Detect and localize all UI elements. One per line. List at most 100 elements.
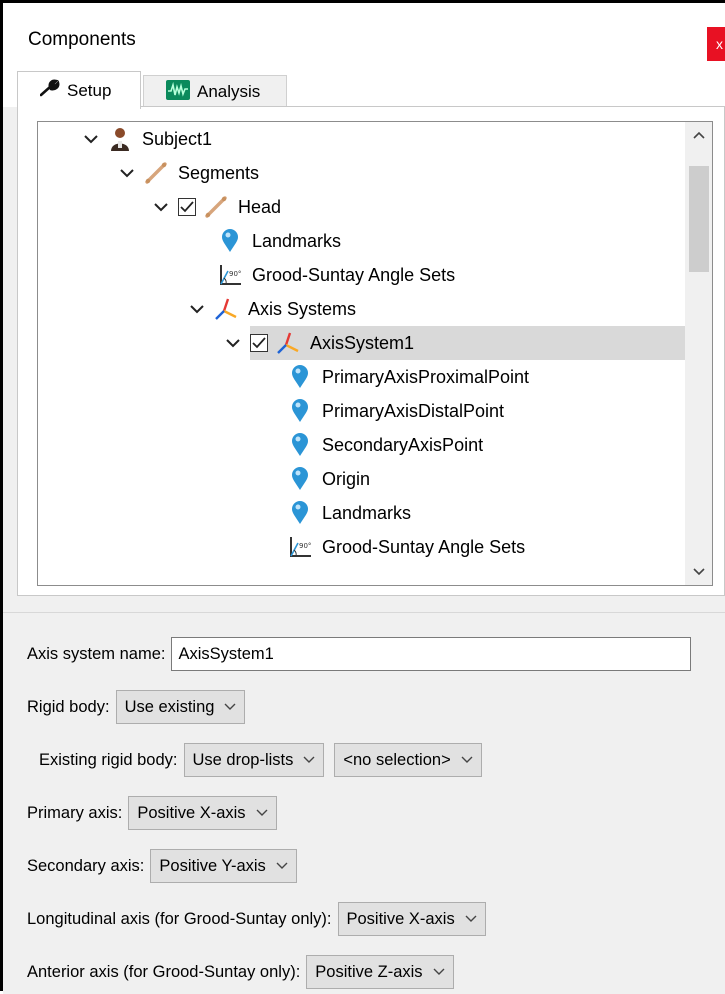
secondary-axis-label: Secondary axis: (27, 856, 145, 875)
anterior-axis-dropdown[interactable]: Positive Z-axis (306, 955, 454, 989)
tab-analysis-label: Analysis (197, 82, 261, 101)
scroll-down-button[interactable] (685, 559, 712, 585)
waveform-icon (166, 79, 190, 105)
primary-axis-value: Positive X-axis (137, 803, 246, 822)
tree-row-landmarks[interactable]: Landmarks (38, 224, 686, 258)
longitudinal-axis-value: Positive X-axis (346, 909, 455, 928)
tree-row-label: Grood-Suntay Angle Sets (322, 536, 526, 557)
rigid-body-label: Rigid body: (27, 697, 110, 716)
tree-row-grood-suntay[interactable]: 90° Grood-Suntay Angle Sets (38, 258, 686, 292)
tree-row-label: PrimaryAxisDistalPoint (322, 400, 505, 421)
primary-axis-dropdown[interactable]: Positive X-axis (128, 796, 277, 830)
tree-row-label: Landmarks (252, 230, 342, 251)
svg-text:90°: 90° (299, 542, 311, 550)
tab-setup-label: Setup (67, 80, 112, 100)
pin-icon (288, 467, 312, 491)
axis-system-name-input[interactable] (171, 637, 692, 671)
tree-row-segments[interactable]: Segments (38, 156, 686, 190)
chevron-down-icon (692, 563, 705, 581)
svg-text:90°: 90° (229, 270, 241, 278)
pin-icon (288, 501, 312, 525)
rigid-body-dropdown[interactable]: Use existing (115, 690, 246, 724)
tree-row-axis-systems[interactable]: Axis Systems (38, 292, 686, 326)
tree-scrollbar[interactable] (685, 122, 712, 585)
tree-row-origin[interactable]: Origin (38, 462, 686, 496)
primary-axis-label: Primary axis: (27, 803, 123, 822)
panel-splitter[interactable] (3, 601, 725, 613)
tree-row-label: Axis Systems (248, 298, 357, 319)
close-button[interactable]: x (707, 27, 725, 61)
tree-row-label: AxisSystem1 (310, 332, 415, 353)
existing-rigid-body-dropdown[interactable]: Use drop-lists (183, 743, 325, 777)
tab-strip: Setup Analysis (3, 65, 725, 109)
chevron-down-icon[interactable] (82, 130, 100, 148)
chevron-down-icon (433, 968, 445, 976)
chevron-down-icon (224, 703, 236, 711)
angle-icon: 90° (288, 535, 312, 559)
rigid-body-selection-value: <no selection> (343, 750, 451, 769)
secondary-axis-dropdown[interactable]: Positive Y-axis (150, 849, 297, 883)
tree-row-head[interactable]: Head (38, 190, 686, 224)
scroll-up-button[interactable] (685, 122, 712, 148)
existing-rigid-body-label: Existing rigid body: (39, 750, 178, 769)
rigid-body-value: Use existing (124, 697, 215, 716)
existing-rigid-body-row: Existing rigid body: Use drop-lists <no … (39, 743, 482, 777)
axis-system-name-label: Axis system name: (27, 644, 166, 663)
anterior-axis-row: Anterior axis (for Grood-Suntay only): P… (27, 955, 454, 989)
tree-row-label: Subject1 (142, 128, 213, 149)
axis-system-name-row: Axis system name: (27, 637, 692, 671)
axes-icon (276, 331, 300, 355)
longitudinal-axis-row: Longitudinal axis (for Grood-Suntay only… (27, 902, 486, 936)
wrench-icon (39, 79, 60, 102)
chevron-down-icon (465, 915, 477, 923)
panel-title: Components (28, 29, 136, 50)
tree-row-grood-suntay-2[interactable]: 90° Grood-Suntay Angle Sets (38, 530, 686, 564)
existing-rigid-body-value: Use drop-lists (192, 750, 294, 769)
chevron-down-icon[interactable] (152, 198, 170, 216)
tree-row-landmarks-2[interactable]: Landmarks (38, 496, 686, 530)
rigid-body-selection-dropdown[interactable]: <no selection> (334, 743, 482, 777)
primary-axis-row: Primary axis: Positive X-axis (27, 796, 277, 830)
chevron-down-icon (461, 756, 473, 764)
tree-row-label: Segments (178, 162, 260, 183)
pin-icon (288, 433, 312, 457)
chevron-up-icon (692, 126, 705, 144)
bone-icon (204, 195, 228, 219)
chevron-down-icon[interactable] (188, 300, 206, 318)
tab-analysis[interactable]: Analysis (143, 75, 287, 108)
chevron-down-icon (303, 756, 315, 764)
axes-icon (214, 297, 238, 321)
axissystem1-checkbox[interactable] (250, 334, 268, 352)
anterior-axis-label: Anterior axis (for Grood-Suntay only): (27, 962, 301, 981)
rigid-body-row: Rigid body: Use existing (27, 690, 246, 724)
tree-row-label: Origin (322, 468, 371, 489)
person-icon (108, 127, 132, 151)
tree-row-label: PrimaryAxisProximalPoint (322, 366, 530, 387)
tree-row-subject1[interactable]: Subject1 (38, 122, 686, 156)
bone-icon (144, 161, 168, 185)
components-panel: Components x Setup Analysis Subject1 Seg… (0, 0, 725, 994)
chevron-down-icon (256, 809, 268, 817)
anterior-axis-value: Positive Z-axis (315, 962, 423, 981)
tree-row-primary-proximal[interactable]: PrimaryAxisProximalPoint (38, 360, 686, 394)
chevron-down-icon (276, 862, 288, 870)
scroll-thumb[interactable] (689, 166, 709, 272)
pin-icon (218, 229, 242, 253)
chevron-down-icon[interactable] (118, 164, 136, 182)
tree-row-axissystem1[interactable]: AxisSystem1 (38, 326, 686, 360)
pin-icon (288, 399, 312, 423)
chevron-down-icon[interactable] (224, 334, 242, 352)
component-tree[interactable]: Subject1 Segments Head Landmarks 90° Gro… (37, 121, 713, 586)
head-checkbox[interactable] (178, 198, 196, 216)
longitudinal-axis-dropdown[interactable]: Positive X-axis (337, 902, 486, 936)
tree-row-label: Landmarks (322, 502, 412, 523)
tree-row-secondary-point[interactable]: SecondaryAxisPoint (38, 428, 686, 462)
tree-row-label: SecondaryAxisPoint (322, 434, 484, 455)
tree-row-primary-distal[interactable]: PrimaryAxisDistalPoint (38, 394, 686, 428)
tab-setup[interactable]: Setup (17, 71, 141, 109)
tree-row-label: Grood-Suntay Angle Sets (252, 264, 456, 285)
secondary-axis-row: Secondary axis: Positive Y-axis (27, 849, 297, 883)
angle-icon: 90° (218, 263, 242, 287)
properties-form: Axis system name: Rigid body: Use existi… (3, 615, 725, 994)
tree-row-label: Head (238, 196, 282, 217)
